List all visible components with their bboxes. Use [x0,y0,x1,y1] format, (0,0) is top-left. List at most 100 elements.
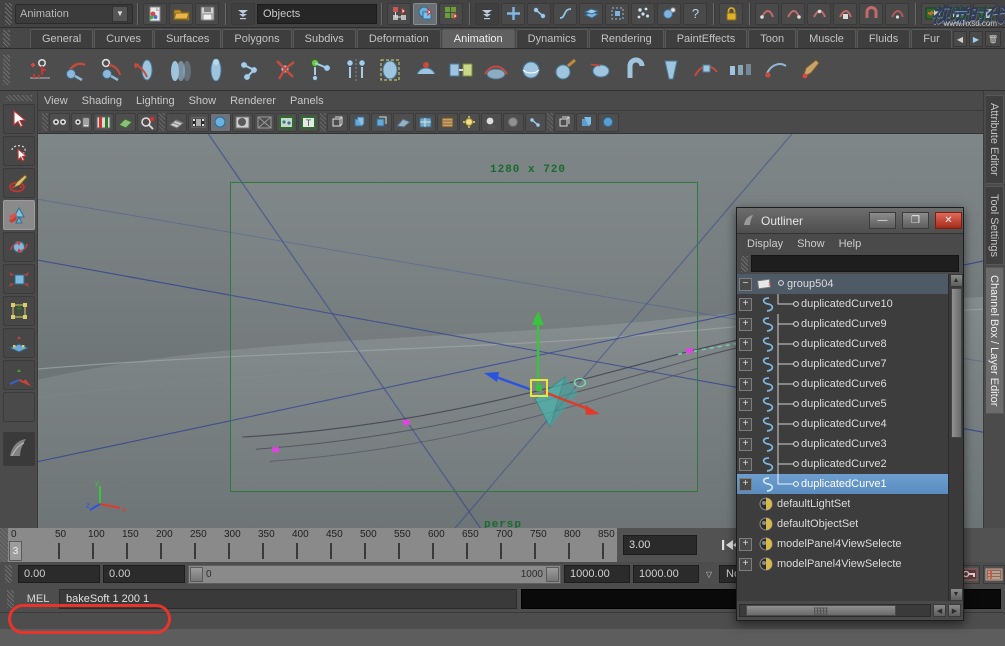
flat-shade-icon[interactable] [393,113,414,132]
select-tool[interactable] [3,104,35,134]
smooth-shade-all-icon[interactable] [349,113,370,132]
rotate-tool[interactable] [3,232,35,262]
shelf-tab-curves[interactable]: Curves [94,29,153,48]
ik-spline-handle-icon[interactable] [94,53,127,87]
horizontal-scroll-track[interactable] [739,604,931,617]
save-scene-icon[interactable] [195,3,219,25]
range-start-time-field[interactable]: 0.00 [103,565,185,583]
tab-attribute-editor[interactable]: Attribute Editor [986,95,1004,184]
sculpt-deformer-icon[interactable] [549,53,582,87]
wrap-deformer-icon[interactable] [514,53,547,87]
expander-toggle[interactable]: + [739,338,752,351]
expander-toggle[interactable]: + [739,318,752,331]
viewport-menu-renderer[interactable]: Renderer [230,95,276,107]
maya-logo-icon[interactable] [3,432,35,466]
expander-toggle[interactable]: + [739,298,752,311]
expander-toggle[interactable]: + [739,358,752,371]
animation-end-time-field[interactable]: 1000.00 [633,565,699,583]
viewport-menu-lighting[interactable]: Lighting [136,95,175,107]
expander-toggle[interactable]: + [739,418,752,431]
outliner-row-duplicatedcurve4[interactable]: + duplicatedCurve4 [737,414,948,434]
shelf-tab-surfaces[interactable]: Surfaces [154,29,221,48]
range-right-handle[interactable] [546,567,559,582]
chevron-down-icon[interactable]: ▼ [112,6,128,22]
shelf-tab-fluids[interactable]: Fluids [857,29,910,48]
outliner-menu-show[interactable]: Show [797,238,825,250]
move-manipulator[interactable] [470,289,610,434]
misc-icon[interactable]: ? [683,3,707,25]
animation-start-time-field[interactable]: 0.00 [18,565,100,583]
soft-modification-tool[interactable] [3,328,35,358]
outliner-row-modelpanel4viewselected-2[interactable]: + modelPanel4ViewSelecte [737,554,948,574]
xray-icon[interactable] [503,113,524,132]
shelf-tab-general[interactable]: General [30,29,93,48]
shelf-tab-animation[interactable]: Animation [442,29,515,48]
film-origin-icon[interactable] [254,113,275,132]
paint-weights-icon[interactable] [794,53,827,87]
gate-mask-icon[interactable] [232,113,253,132]
command-input[interactable]: bakeSoft 1 200 1 [59,589,517,609]
image-plane-icon[interactable] [115,113,136,132]
outliner-row-defaultobjectset[interactable]: defaultObjectSet [737,514,948,534]
snapshot-icon[interactable] [724,53,757,87]
viewport-menu-shading[interactable]: Shading [82,95,122,107]
outliner-vertical-scrollbar[interactable]: ▲ ▼ [948,274,963,601]
dynamics-icon[interactable] [631,3,655,25]
camera-attributes-icon[interactable] [71,113,92,132]
command-language-label[interactable]: MEL [21,593,55,605]
handles-icon[interactable] [501,3,525,25]
create-character-icon[interactable] [199,53,232,87]
animated-sweep-icon[interactable] [759,53,792,87]
textured-icon[interactable] [437,113,458,132]
paint-select-tool[interactable] [3,168,35,198]
new-scene-icon[interactable] [143,3,167,25]
scroll-right-icon[interactable]: ▶ [948,604,961,617]
shelf-tab-subdivs[interactable]: Subdivs [293,29,356,48]
minimize-button[interactable]: — [869,212,896,229]
nonlinear-flare-icon[interactable] [654,53,687,87]
outliner-row-duplicatedcurve5[interactable]: + duplicatedCurve5 [737,394,948,414]
shelf-gripper[interactable] [3,55,10,85]
connect-joint-icon[interactable] [304,53,337,87]
surfaces-icon[interactable] [579,3,603,25]
range-slider-gripper[interactable] [5,565,12,583]
rendering-icon[interactable] [657,3,681,25]
animation-preferences-icon[interactable] [983,565,1005,584]
move-tool[interactable] [3,200,35,230]
expander-toggle[interactable]: + [739,558,752,571]
ghost-selected-icon[interactable] [164,53,197,87]
toolbox-gripper[interactable] [6,95,32,101]
scroll-down-icon[interactable]: ▼ [950,588,963,601]
cluster-deformer-icon[interactable] [409,53,442,87]
show-manipulator-tool[interactable] [3,360,35,390]
joint-tool-icon[interactable] [269,53,302,87]
skin-bind-icon[interactable] [129,53,162,87]
range-slider-track[interactable]: 0 1000 [188,565,561,584]
selection-mask-menu-icon[interactable] [231,3,255,25]
deformers-icon[interactable] [605,3,629,25]
tab-channel-box-layer-editor[interactable]: Channel Box / Layer Editor [986,267,1004,414]
outliner-row-duplicatedcurve9[interactable]: + duplicatedCurve9 [737,314,948,334]
open-scene-icon[interactable] [169,3,193,25]
film-gate-icon[interactable] [188,113,209,132]
time-slider[interactable]: 0 50 100 150 200 250 300 350 400 450 500… [8,528,617,562]
expander-toggle[interactable]: + [739,478,752,491]
nonlinear-bend-icon[interactable] [619,53,652,87]
outliner-row-duplicatedcurve3[interactable]: + duplicatedCurve3 [737,434,948,454]
safe-title-icon[interactable]: T [298,113,319,132]
lattice-deformer-icon[interactable] [374,53,407,87]
select-by-component-type-icon[interactable] [439,3,463,25]
horizontal-scroll-thumb[interactable] [746,605,896,616]
magnet-icon[interactable] [859,3,883,25]
mask-menu-icon[interactable] [475,3,499,25]
shelf-tab-painteffects[interactable]: PaintEffects [665,29,748,48]
xray-joints-icon[interactable] [525,113,546,132]
outliner-row-duplicatedcurve8[interactable]: + duplicatedCurve8 [737,334,948,354]
joint-chain-icon[interactable] [234,53,267,87]
outliner-row-duplicatedcurve10[interactable]: + duplicatedCurve10 [737,294,948,314]
textured-cube-icon[interactable] [576,113,597,132]
close-button[interactable]: ✕ [935,212,962,229]
menu-set-selector[interactable]: Animation ▼ [15,4,133,24]
expander-toggle[interactable]: + [739,438,752,451]
snap-view-plane-icon[interactable] [833,3,857,25]
